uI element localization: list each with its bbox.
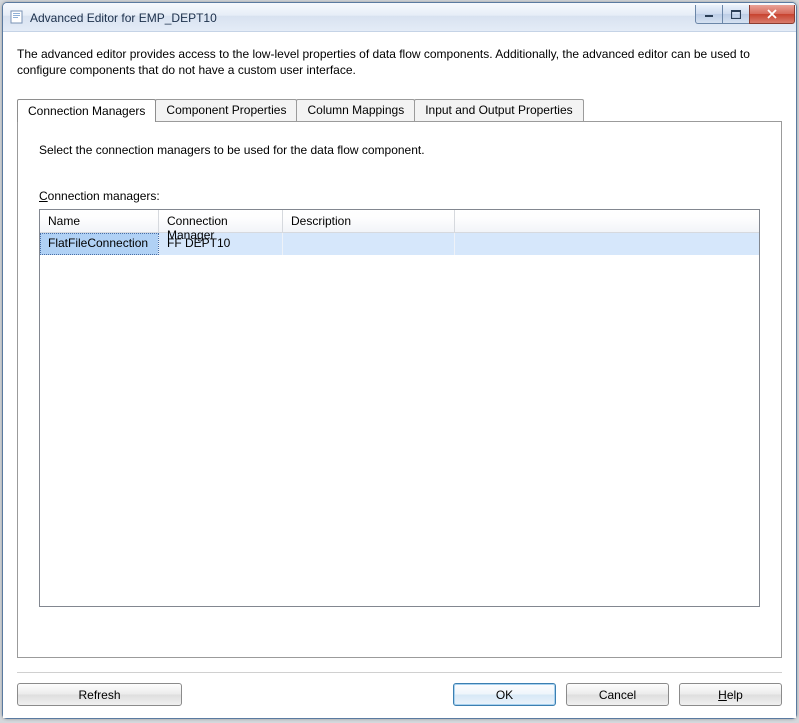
refresh-button[interactable]: Refresh: [17, 683, 182, 706]
cell-name[interactable]: FlatFileConnection: [40, 233, 159, 255]
minimize-button[interactable]: [695, 5, 723, 24]
dialog-window: Advanced Editor for EMP_DEPT10 The advan…: [2, 2, 797, 719]
column-header-name[interactable]: Name: [40, 210, 159, 232]
grid-header: Name Connection Manager Description: [40, 210, 759, 233]
tab-strip: Connection Managers Component Properties…: [17, 98, 782, 121]
client-area: The advanced editor provides access to t…: [3, 32, 796, 718]
connection-managers-grid[interactable]: Name Connection Manager Description Flat…: [39, 209, 760, 607]
maximize-button[interactable]: [722, 5, 750, 24]
column-header-manager[interactable]: Connection Manager: [159, 210, 283, 232]
cancel-button[interactable]: Cancel: [566, 683, 669, 706]
tab-connection-managers[interactable]: Connection Managers: [17, 99, 156, 122]
app-icon: [9, 9, 25, 25]
cell-manager[interactable]: FF DEPT10: [159, 233, 283, 255]
window-title: Advanced Editor for EMP_DEPT10: [30, 10, 696, 25]
page-description: Select the connection managers to be use…: [39, 143, 760, 157]
tab-page: Select the connection managers to be use…: [17, 121, 782, 658]
tab-component-properties[interactable]: Component Properties: [155, 99, 297, 121]
ok-button[interactable]: OK: [453, 683, 556, 706]
tab-input-output-properties[interactable]: Input and Output Properties: [414, 99, 583, 121]
tab-column-mappings[interactable]: Column Mappings: [296, 99, 415, 121]
table-row[interactable]: FlatFileConnection FF DEPT10: [40, 233, 759, 255]
title-bar[interactable]: Advanced Editor for EMP_DEPT10: [3, 3, 796, 32]
column-header-description[interactable]: Description: [283, 210, 455, 232]
separator: [17, 672, 782, 673]
help-button[interactable]: Help: [679, 683, 782, 706]
window-controls: [696, 5, 795, 25]
cell-description[interactable]: [283, 233, 455, 255]
footer-buttons: Refresh OK Cancel Help: [17, 683, 782, 706]
close-button[interactable]: [749, 5, 795, 24]
intro-text: The advanced editor provides access to t…: [17, 46, 782, 78]
section-label: Connection managers:: [39, 189, 760, 203]
